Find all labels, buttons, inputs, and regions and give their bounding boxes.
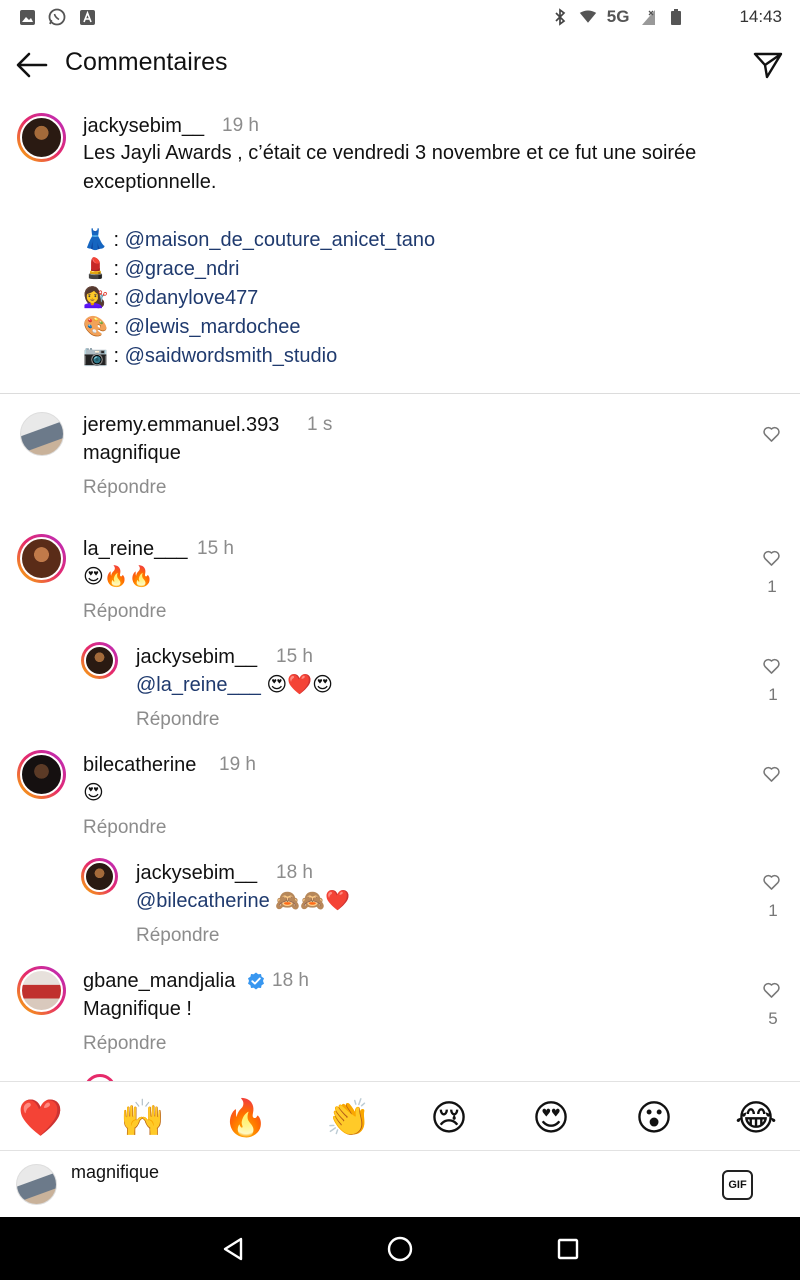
credit-line: 💄 : @grace_ndri: [83, 258, 240, 280]
credit-line: 📷 : @saidwordsmith_studio: [83, 345, 338, 367]
nav-back-icon[interactable]: [218, 1234, 248, 1264]
reply-avatar[interactable]: [81, 642, 118, 679]
share-icon[interactable]: [748, 47, 788, 83]
dress-icon: 👗: [83, 229, 108, 251]
mention-link[interactable]: @saidwordsmith_studio: [125, 345, 338, 367]
emoji-heart-button[interactable]: ❤️: [18, 1096, 63, 1140]
like-count: 1: [768, 685, 778, 704]
emoji-raised-hands-button[interactable]: 🙌: [120, 1096, 165, 1140]
signal-icon: [579, 8, 597, 26]
caption-avatar[interactable]: [17, 113, 66, 162]
comment-input[interactable]: magnifique: [71, 1162, 159, 1183]
battery-icon: [667, 8, 685, 26]
mention-link[interactable]: @maison_de_couture_anicet_tano: [125, 229, 436, 251]
comment-username[interactable]: jackysebim__: [136, 646, 257, 669]
emoji-laughing-button[interactable]: 😂: [734, 1096, 778, 1140]
emoji-sad-button[interactable]: 😢: [427, 1096, 471, 1140]
emoji-surprised-button[interactable]: 😮: [632, 1096, 676, 1140]
reply-button[interactable]: Répondre: [83, 601, 166, 623]
comment-time: 15 h: [276, 646, 313, 667]
comment-text: magnifique: [83, 442, 181, 464]
caption-username[interactable]: jackysebim__: [83, 115, 204, 138]
like-heart-icon[interactable]: [761, 980, 781, 1000]
credit-line: 🎨 : @lewis_mardochee: [83, 316, 301, 338]
haircut-icon: 💇‍♀️: [83, 287, 108, 309]
comment-username[interactable]: jeremy.emmanuel.393: [83, 414, 279, 437]
comment-time: 19 h: [219, 754, 256, 775]
like-heart-icon[interactable]: [761, 424, 781, 444]
comment-text: 😍🔥🔥: [83, 566, 154, 588]
comment-avatar[interactable]: [17, 750, 66, 799]
emoji-quick-bar: ❤️ 🙌 🔥 👏 😢 😍 😮 😂: [0, 1081, 800, 1151]
mention-link[interactable]: @la_reine___: [136, 674, 261, 696]
caption-divider: [0, 393, 800, 394]
comment-text: Magnifique !: [83, 998, 192, 1020]
lipstick-icon: 💄: [83, 258, 108, 280]
back-arrow-icon[interactable]: [14, 48, 50, 82]
mobile-signal-icon: [639, 8, 657, 26]
emoji-heart-eyes-button[interactable]: 😍: [529, 1096, 573, 1140]
network-label: 5G: [606, 7, 630, 26]
comment-text: 😍: [83, 782, 104, 804]
like-heart-icon[interactable]: [761, 656, 781, 676]
palette-icon: 🎨: [83, 316, 108, 338]
comment-time: 1 s: [307, 414, 333, 435]
like-count: 1: [768, 901, 778, 920]
like-heart-icon[interactable]: [761, 872, 781, 892]
comment-username[interactable]: gbane_mandjalia: [83, 970, 235, 993]
reply-button[interactable]: Répondre: [83, 817, 166, 839]
system-nav-bar: [0, 1217, 800, 1280]
credit-line: 💇‍♀️ : @danylove477: [83, 287, 259, 309]
reply-button[interactable]: Répondre: [83, 477, 166, 499]
like-heart-icon[interactable]: [761, 764, 781, 784]
comment-time: 18 h: [276, 862, 313, 883]
emoji-clap-button[interactable]: 👏: [326, 1096, 371, 1140]
comment-username[interactable]: la_reine___: [83, 538, 188, 561]
mention-link[interactable]: @lewis_mardochee: [125, 316, 301, 338]
reply-button[interactable]: Répondre: [83, 1033, 166, 1055]
mention-link[interactable]: @danylove477: [125, 287, 259, 309]
page-title: Commentaires: [65, 48, 228, 76]
mention-link[interactable]: @grace_ndri: [125, 258, 240, 280]
comment-avatar[interactable]: [17, 534, 66, 583]
like-count: 1: [767, 577, 777, 596]
comment-avatar[interactable]: [17, 966, 66, 1015]
whatsapp-icon: [48, 8, 66, 26]
comment-username[interactable]: bilecatherine: [83, 754, 196, 777]
caption-text-line1: Les Jayli Awards , c’était ce vendredi 3…: [83, 142, 697, 164]
reply-avatar[interactable]: [81, 858, 118, 895]
verified-badge-icon: [247, 972, 265, 990]
own-avatar: [16, 1164, 57, 1205]
status-bar: 5G 14:43: [0, 0, 800, 34]
camera-icon: 📷: [83, 345, 108, 367]
comment-username[interactable]: jackysebim__: [136, 862, 257, 885]
nav-recents-icon[interactable]: [553, 1234, 583, 1264]
emoji-fire-button[interactable]: 🔥: [223, 1096, 268, 1140]
a-icon: [78, 8, 96, 26]
caption-text-line2: exceptionnelle.: [83, 171, 217, 193]
bluetooth-icon: [551, 8, 569, 26]
reply-button[interactable]: Répondre: [136, 925, 219, 947]
credit-line: 👗 : @maison_de_couture_anicet_tano: [83, 229, 436, 251]
comment-text: @la_reine___ 😍❤️😍: [136, 674, 334, 696]
comment-avatar[interactable]: [20, 412, 64, 456]
gif-button[interactable]: GIF: [722, 1170, 753, 1200]
caption-time: 19 h: [222, 115, 259, 136]
comment-time: 18 h: [272, 970, 309, 991]
comment-input-bar: magnifique GIF: [0, 1151, 800, 1217]
like-count: 5: [768, 1009, 778, 1028]
nav-home-icon[interactable]: [385, 1234, 415, 1264]
clock: 14:43: [739, 7, 782, 26]
image-icon: [18, 8, 36, 26]
comment-text: @bilecatherine 🙈🙈❤️: [136, 890, 350, 912]
comment-time: 15 h: [197, 538, 234, 559]
mention-link[interactable]: @bilecatherine: [136, 890, 270, 912]
header: Commentaires: [0, 34, 800, 96]
like-heart-icon[interactable]: [761, 548, 781, 568]
reply-button[interactable]: Répondre: [136, 709, 219, 731]
